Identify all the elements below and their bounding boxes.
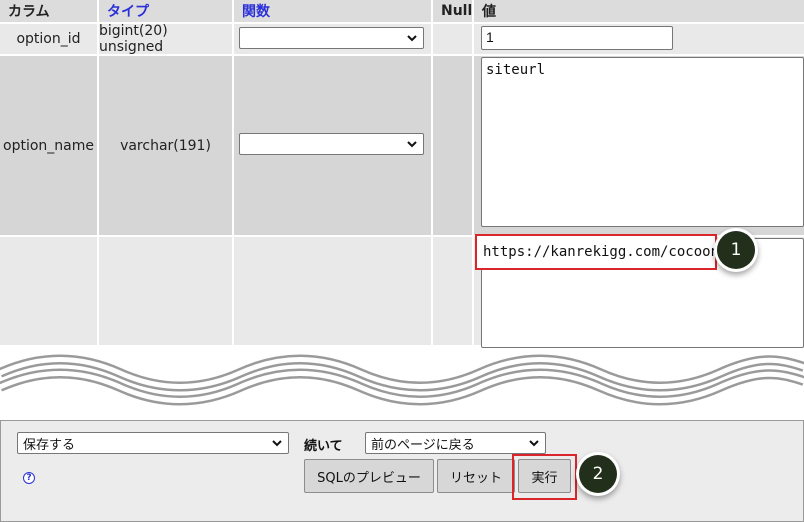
column-header-name: カラム — [0, 0, 97, 22]
column-header-value: 値 — [474, 0, 804, 22]
insert-edit-table: カラム タイプ 関数 Null 値 option_id bigint(20) u… — [0, 0, 804, 348]
value-input-option-id[interactable]: 1 — [481, 26, 673, 50]
row-option-value-null-cell — [433, 237, 472, 345]
row-option-name-null-cell — [433, 56, 472, 235]
function-select-option-name[interactable] — [239, 133, 424, 155]
siteurl-value-text: https://kanrekigg.com/cocoon — [483, 244, 720, 260]
wave-divider — [0, 354, 804, 406]
after-insert-select[interactable]: 前のページに戻る — [365, 432, 546, 454]
row-option-id-name: option_id — [0, 24, 97, 54]
row-option-id-type: bigint(20) unsigned — [99, 23, 232, 55]
sql-preview-button[interactable]: SQLのプレビュー — [304, 459, 434, 493]
save-action-value: 保存する — [23, 437, 76, 453]
value-textarea-option-name[interactable]: siteurl — [481, 57, 804, 227]
save-action-select[interactable]: 保存する — [17, 432, 289, 454]
after-insert-value: 前のページに戻る — [371, 437, 475, 453]
chevron-down-icon — [407, 141, 417, 148]
column-header-null: Null — [433, 0, 472, 22]
column-header-function[interactable]: 関数 — [234, 0, 431, 22]
row-option-value-name — [0, 237, 97, 345]
execute-button[interactable]: 実行 — [518, 459, 571, 493]
help-icon[interactable]: ? — [23, 472, 35, 484]
chevron-down-icon — [272, 440, 282, 447]
callout-badge-1: 1 — [717, 231, 755, 269]
row-option-id-null-cell — [433, 24, 472, 54]
column-header-type[interactable]: タイプ — [99, 0, 232, 22]
row-option-value-function-cell — [234, 237, 431, 345]
then-label: 続いて — [304, 439, 343, 454]
chevron-down-icon — [407, 35, 417, 42]
row-option-name-type: varchar(191) — [99, 56, 232, 235]
action-panel: 保存する 続いて 前のページに戻る ? SQLのプレビュー リセット 実行 2 — [0, 420, 804, 522]
callout-badge-2: 2 — [579, 455, 617, 493]
highlight-box-siteurl: https://kanrekigg.com/cocoon — [475, 234, 720, 270]
chevron-down-icon — [529, 440, 539, 447]
row-option-name-name: option_name — [0, 56, 97, 235]
reset-button[interactable]: リセット — [437, 459, 515, 493]
row-option-value-type — [99, 237, 232, 345]
function-select-option-id[interactable] — [239, 27, 424, 49]
